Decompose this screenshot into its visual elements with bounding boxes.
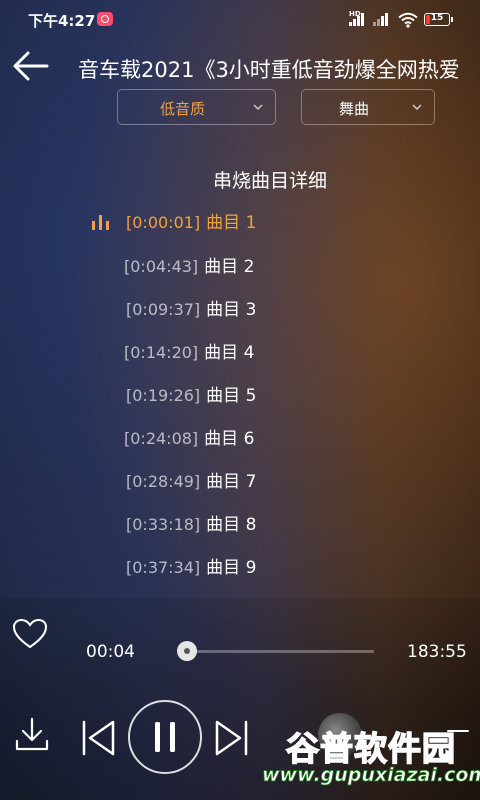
pause-icon (155, 722, 175, 752)
progress-bar[interactable] (186, 650, 374, 653)
back-button[interactable] (12, 50, 50, 82)
battery-tip (451, 17, 453, 22)
play-pause-button[interactable] (128, 700, 202, 774)
track-name: 曲目 1 (206, 213, 257, 233)
skip-next-icon[interactable] (212, 718, 252, 758)
track-name: 曲目 6 (204, 429, 255, 449)
heart-outline-icon[interactable] (12, 618, 48, 650)
signal-2-icon (373, 13, 391, 26)
track-time: [0:24:08] (124, 429, 199, 448)
track-name: 曲目 9 (206, 558, 257, 578)
chevron-down-icon (412, 104, 422, 111)
watermark-name: 谷普软件园 (285, 728, 456, 769)
track-name: 曲目 3 (206, 300, 257, 320)
battery-icon: 15 (424, 13, 450, 26)
track-row-9[interactable]: [0:37:34] 曲目 9 (126, 553, 256, 583)
track-row-2[interactable]: [0:04:43] 曲目 2 (124, 252, 254, 282)
battery-level: 15 (430, 13, 444, 23)
track-name: 曲目 8 (206, 515, 257, 535)
track-row-8[interactable]: [0:33:18] 曲目 8 (126, 510, 256, 540)
track-row-1[interactable]: [0:00:01] 曲目 1 (126, 208, 256, 238)
signal-1-icon (349, 13, 367, 26)
title-marquee: 音车载2021《3小时重低音劲爆全网热爱 (78, 54, 480, 84)
song-title: 音车载2021《3小时重低音劲爆全网热爱 (78, 58, 460, 82)
quality-dropdown[interactable]: 低音质 (117, 89, 276, 125)
track-row-6[interactable]: [0:24:08] 曲目 6 (124, 424, 254, 454)
track-name: 曲目 5 (206, 386, 257, 406)
tracklist-heading: 串烧曲目详细 (212, 170, 327, 192)
status-time: 下午4:27 (28, 12, 96, 30)
track-time: [0:28:49] (126, 472, 201, 491)
watermark: 谷普软件园 www.gupuxiazai.com (262, 722, 480, 800)
track-name: 曲目 7 (206, 472, 257, 492)
track-time: [0:04:43] (124, 257, 199, 276)
track-row-7[interactable]: [0:28:49] 曲目 7 (126, 467, 256, 497)
app-notification-icon (97, 12, 113, 26)
track-row-3[interactable]: [0:09:37] 曲目 3 (126, 295, 256, 325)
track-name: 曲目 2 (204, 257, 255, 277)
quality-dropdown-value: 低音质 (159, 100, 205, 118)
track-name: 曲目 4 (204, 343, 255, 363)
wifi-icon (398, 12, 418, 28)
track-time: [0:19:26] (126, 386, 201, 405)
track-time: [0:37:34] (126, 558, 201, 577)
track-row-4[interactable]: [0:14:20] 曲目 4 (124, 338, 254, 368)
progress-thumb[interactable] (177, 641, 197, 661)
genre-dropdown-value: 舞曲 (338, 100, 369, 118)
download-icon[interactable] (14, 715, 50, 755)
total-time: 183:55 (407, 642, 467, 662)
status-bar: 下午4:27 HD 15 (0, 0, 480, 40)
chevron-down-icon (253, 104, 263, 111)
track-time: [0:00:01] (126, 213, 201, 232)
track-time: [0:14:20] (124, 343, 199, 362)
equalizer-bars-icon (90, 212, 112, 230)
elapsed-time: 00:04 (86, 642, 135, 662)
track-row-5[interactable]: [0:19:26] 曲目 5 (126, 381, 256, 411)
genre-dropdown[interactable]: 舞曲 (301, 89, 435, 125)
skip-previous-icon[interactable] (78, 718, 118, 758)
track-time: [0:09:37] (126, 300, 201, 319)
watermark-url: www.gupuxiazai.com (262, 764, 480, 787)
track-time: [0:33:18] (126, 515, 201, 534)
